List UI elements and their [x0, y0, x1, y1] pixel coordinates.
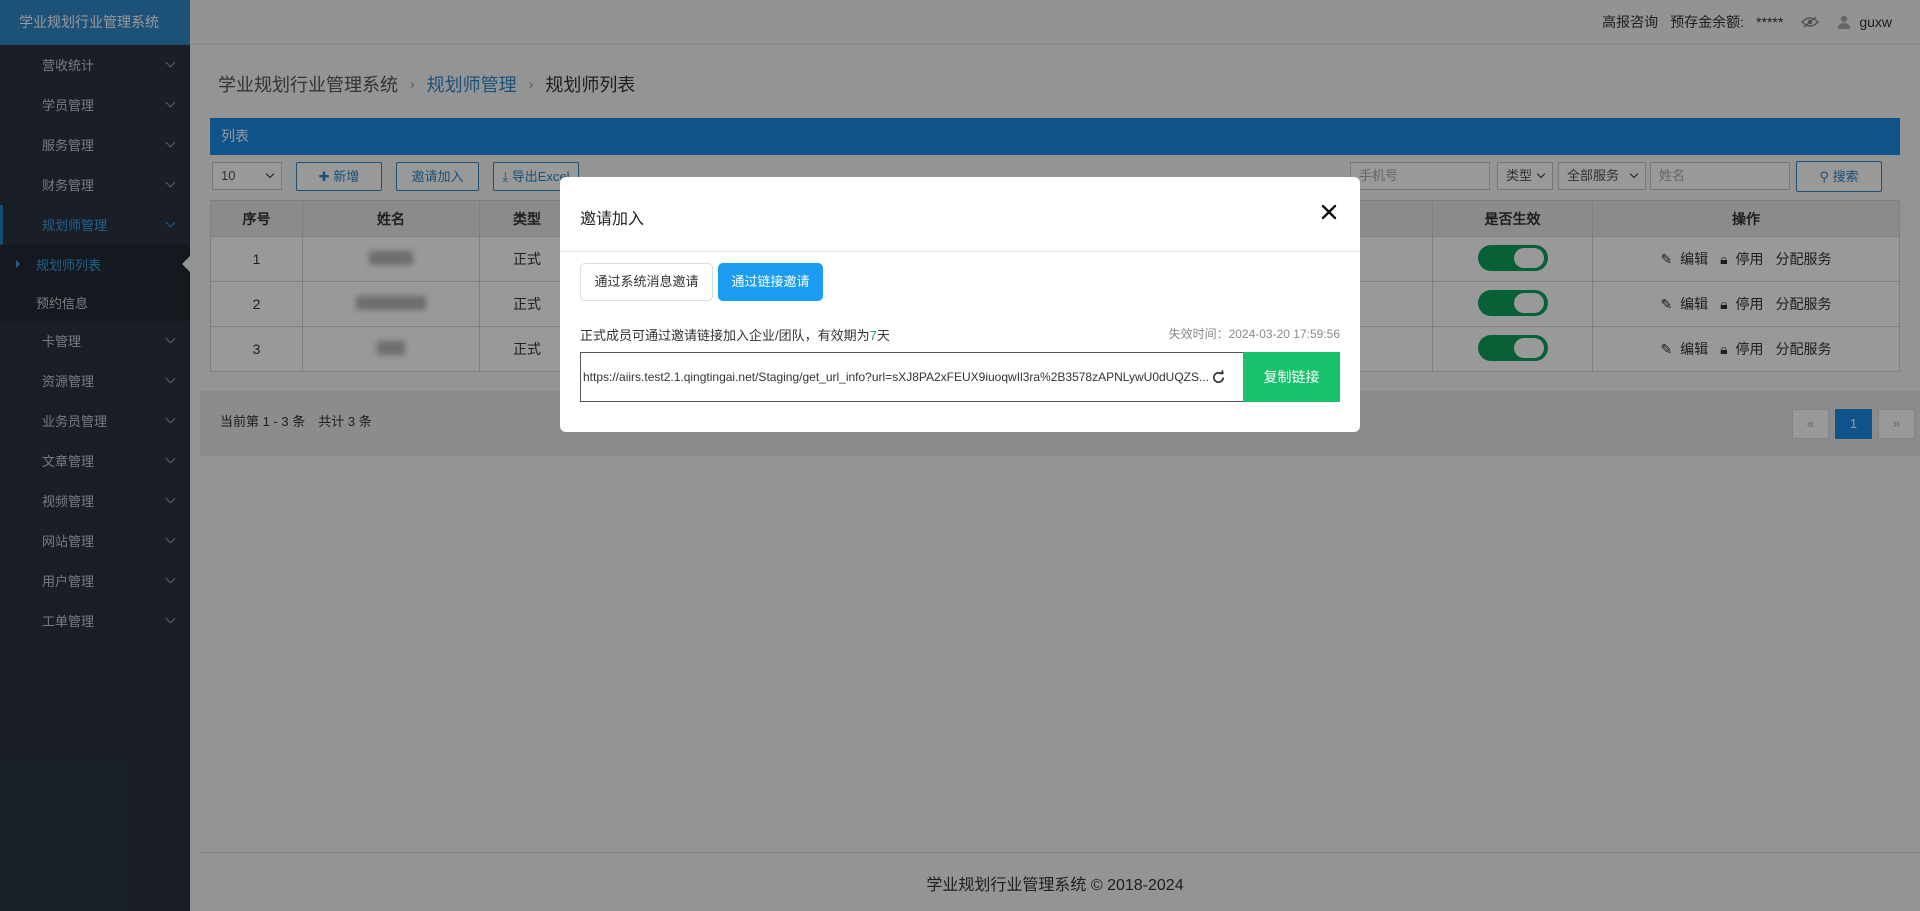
- copy-link-button[interactable]: 复制链接: [1243, 352, 1340, 402]
- modal-backdrop[interactable]: [0, 0, 1920, 911]
- invite-link-field[interactable]: https://aiirs.test2.1.qingtingai.net/Sta…: [580, 352, 1243, 402]
- refresh-icon[interactable]: [1211, 370, 1226, 385]
- tab-link-invite[interactable]: 通过链接邀请: [718, 263, 823, 301]
- expire-time: 失效时间：2024-03-20 17:59:56: [1168, 327, 1340, 341]
- close-icon[interactable]: [1320, 203, 1338, 221]
- desc-days: 7: [869, 328, 877, 343]
- desc-suffix: 天: [876, 328, 890, 343]
- invite-modal: 邀请加入 通过系统消息邀请 通过链接邀请 正式成员可通过邀请链接加入企业/团队，…: [560, 177, 1360, 432]
- tab-system-message[interactable]: 通过系统消息邀请: [580, 263, 713, 301]
- invite-description: 正式成员可通过邀请链接加入企业/团队，有效期为7天: [580, 325, 890, 344]
- desc-prefix: 正式成员可通过邀请链接加入企业/团队，有效期为: [580, 328, 870, 343]
- modal-divider: [560, 251, 1360, 252]
- modal-title: 邀请加入: [580, 211, 645, 228]
